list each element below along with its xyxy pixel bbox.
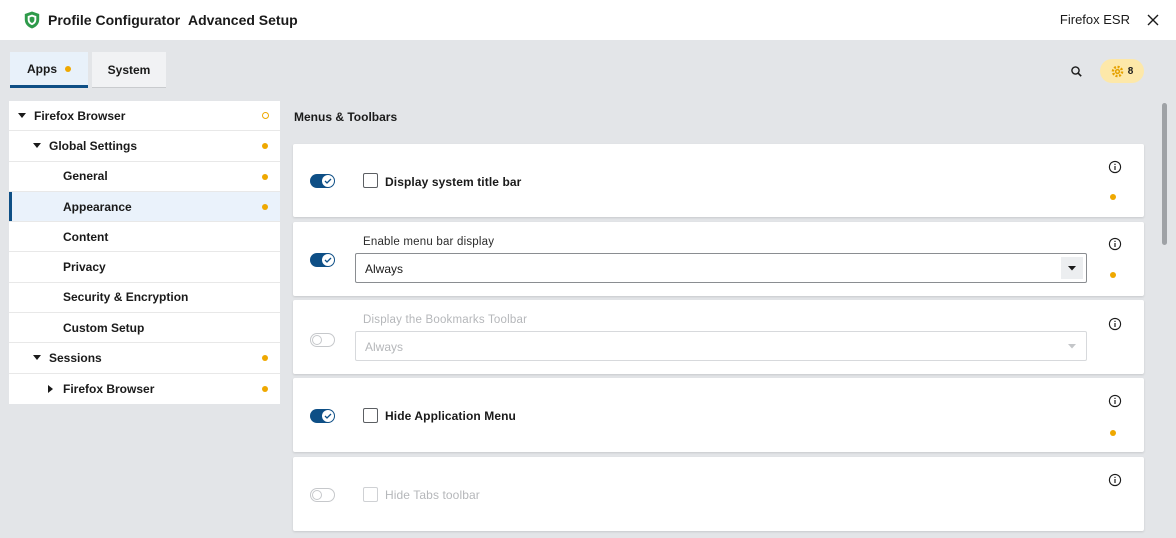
setting-label: Hide Tabs toolbar [385, 488, 480, 502]
modified-dot [262, 143, 268, 150]
tree-item-label: Global Settings [49, 138, 138, 153]
section-title: Menus & Toolbars [294, 110, 398, 124]
search-icon [1071, 66, 1082, 77]
modified-dot [262, 173, 268, 180]
chevron-down-icon [1061, 257, 1083, 279]
select-value: Always [365, 262, 404, 276]
policy-toggle[interactable] [310, 409, 335, 423]
menu-bar-select[interactable]: Always [355, 253, 1087, 283]
select-value: Always [365, 340, 404, 354]
modified-dot [1110, 194, 1116, 200]
setting-card-hide-tabs-toolbar: Hide Tabs toolbar [293, 457, 1144, 531]
tree-item-label: Firefox Browser [34, 108, 126, 123]
close-button[interactable] [1142, 9, 1164, 31]
check-icon [322, 175, 334, 187]
settings-tree: Firefox Browser Global Settings General … [9, 101, 280, 404]
tree-item-label: Custom Setup [63, 320, 145, 335]
tree-item-general[interactable]: General [9, 162, 280, 192]
tree-item-privacy[interactable]: Privacy [9, 252, 280, 283]
check-icon [322, 410, 334, 422]
partial-status-icon [262, 112, 269, 119]
tab-label: Apps [27, 61, 57, 76]
tab-label: System [107, 62, 151, 77]
modified-dot [1110, 430, 1116, 436]
gear-icon [1111, 65, 1124, 77]
app-subtitle: Advanced Setup [188, 12, 298, 28]
policy-toggle[interactable] [310, 174, 335, 188]
modified-dot [262, 203, 268, 210]
tree-item-label: Privacy [63, 260, 106, 275]
caret-down-icon [18, 112, 26, 120]
setting-card-menu-bar-display: Enable menu bar display Always [293, 222, 1144, 296]
title-bar: Profile Configurator Advanced Setup Fire… [0, 0, 1176, 40]
shield-icon [24, 11, 40, 29]
tab-apps[interactable]: Apps [10, 52, 88, 88]
app-title: Profile Configurator [48, 12, 181, 28]
caret-down-icon [33, 142, 41, 150]
caret-down-icon [33, 354, 41, 362]
tree-item-sessions-firefox-browser[interactable]: Firefox Browser [9, 374, 280, 404]
tree-item-firefox-browser[interactable]: Firefox Browser [9, 101, 280, 132]
tab-system[interactable]: System [92, 52, 166, 88]
pending-changes-badge[interactable]: 8 [1100, 59, 1144, 83]
setting-card-hide-app-menu: Hide Application Menu [293, 378, 1144, 452]
info-icon[interactable] [1108, 237, 1122, 251]
info-icon[interactable] [1108, 473, 1122, 487]
environment-label: Firefox ESR [1059, 12, 1130, 27]
setting-label: Hide Application Menu [385, 409, 516, 423]
policy-toggle[interactable] [310, 253, 335, 267]
tree-item-custom-setup[interactable]: Custom Setup [9, 313, 280, 344]
search-button[interactable] [1068, 63, 1086, 81]
tree-item-security-encryption[interactable]: Security & Encryption [9, 283, 280, 314]
setting-label: Enable menu bar display [363, 236, 495, 248]
info-icon[interactable] [1108, 160, 1122, 174]
tree-item-label: Sessions [49, 351, 102, 366]
caret-right-icon [47, 384, 55, 393]
modified-dot [1110, 272, 1116, 278]
tree-item-label: Appearance [63, 199, 132, 214]
setting-label: Display system title bar [385, 175, 522, 189]
info-icon[interactable] [1108, 394, 1122, 408]
tree-item-label: Firefox Browser [63, 381, 155, 396]
policy-toggle[interactable] [310, 488, 335, 502]
modified-dot [65, 65, 71, 72]
tree-item-global-settings[interactable]: Global Settings [9, 131, 280, 162]
setting-label: Display the Bookmarks Toolbar [363, 314, 528, 326]
setting-checkbox[interactable] [363, 173, 378, 188]
chevron-down-icon [1061, 335, 1083, 357]
setting-checkbox[interactable] [363, 487, 378, 502]
bookmarks-toolbar-select[interactable]: Always [355, 331, 1087, 361]
check-icon [322, 254, 334, 266]
tree-item-appearance[interactable]: Appearance [9, 191, 280, 223]
setting-checkbox[interactable] [363, 408, 378, 423]
tree-item-sessions[interactable]: Sessions [9, 343, 280, 374]
setting-card-system-title-bar: Display system title bar [293, 144, 1144, 217]
tree-item-label: Security & Encryption [63, 290, 189, 305]
tree-item-label: General [63, 169, 108, 184]
setting-card-bookmarks-toolbar: Display the Bookmarks Toolbar Always [293, 300, 1144, 374]
modified-dot [262, 355, 268, 362]
scrollbar-thumb[interactable] [1162, 103, 1167, 245]
changes-count: 8 [1127, 65, 1134, 77]
tree-item-label: Content [63, 229, 109, 244]
policy-toggle[interactable] [310, 333, 335, 347]
modified-dot [262, 385, 268, 392]
info-icon[interactable] [1108, 317, 1122, 331]
tree-item-content[interactable]: Content [9, 222, 280, 253]
close-icon [1147, 14, 1159, 26]
